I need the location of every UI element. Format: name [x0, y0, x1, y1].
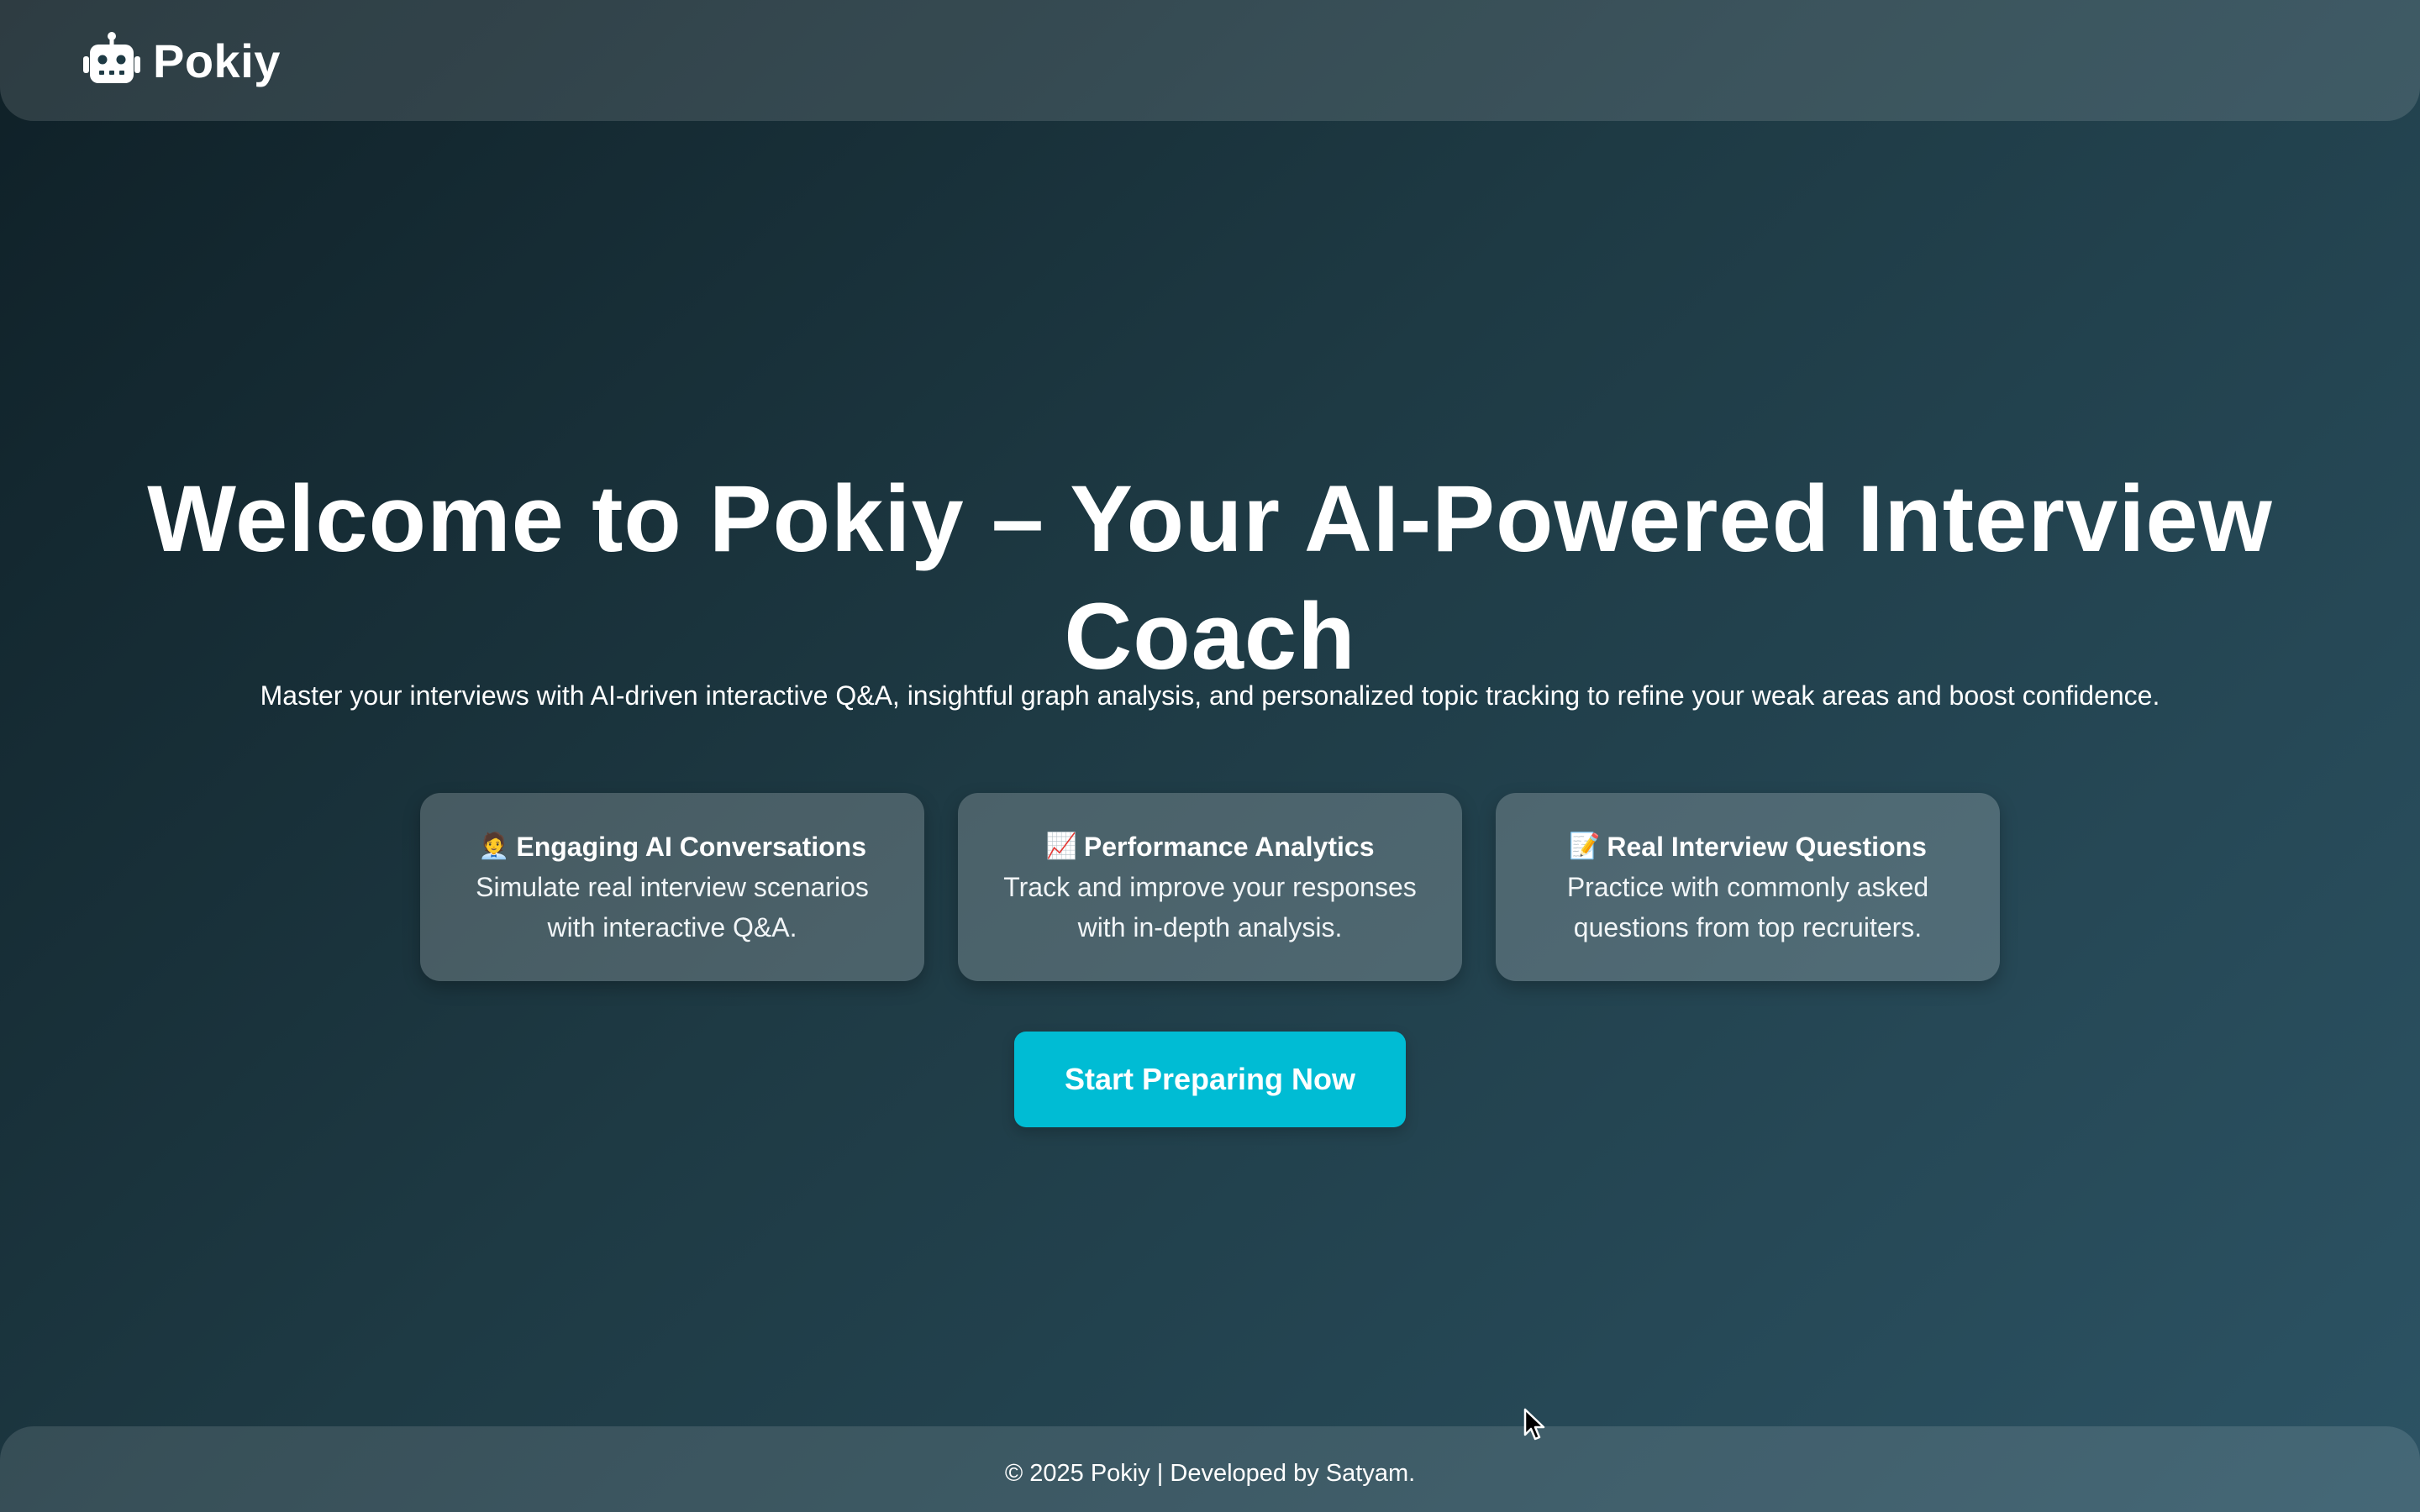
feature-title-text: Real Interview Questions	[1607, 832, 1927, 862]
feature-description-line: Track and improve your responses	[1003, 872, 1417, 902]
feature-card-ai-conversations: 🧑‍💼 Engaging AI Conversations Simulate r…	[420, 793, 924, 981]
hero-subtitle: Master your interviews with AI-driven in…	[260, 680, 2160, 711]
feature-description-line: with in-depth analysis.	[1077, 912, 1343, 942]
robot-icon	[83, 32, 140, 83]
brand-logo[interactable]: Pokiy	[82, 31, 281, 90]
mouse-cursor-icon	[1523, 1408, 1545, 1441]
feature-description-line: with interactive Q&A.	[547, 912, 797, 942]
feature-title-text: Performance Analytics	[1083, 832, 1375, 862]
footer-copyright: © 2025 Pokiy | Developed by Satyam.	[1004, 1459, 1416, 1487]
feature-title-text: Engaging AI Conversations	[516, 832, 866, 862]
office-worker-icon: 🧑‍💼	[478, 832, 510, 860]
feature-description-line: Simulate real interview scenarios	[476, 872, 869, 902]
feature-description-line: questions from top recruiters.	[1573, 912, 1923, 942]
feature-description-line: Practice with commonly asked	[1566, 872, 1929, 902]
chart-increasing-icon: 📈	[1045, 832, 1077, 860]
feature-title: 📝 Real Interview Questions	[1569, 827, 1927, 867]
feature-title: 📈 Performance Analytics	[1046, 827, 1375, 867]
feature-title: 🧑‍💼 Engaging AI Conversations	[478, 827, 866, 867]
feature-card-interview-questions: 📝 Real Interview Questions Practice with…	[1496, 793, 2000, 981]
page-footer: © 2025 Pokiy | Developed by Satyam.	[0, 1426, 2420, 1512]
start-preparing-button[interactable]: Start Preparing Now	[1014, 1032, 1406, 1127]
top-navbar: Pokiy	[0, 0, 2420, 121]
page-title: Welcome to Pokiy – Your AI-Powered Inter…	[147, 466, 2273, 689]
feature-cards: 🧑‍💼 Engaging AI Conversations Simulate r…	[0, 793, 2420, 981]
feature-card-performance-analytics: 📈 Performance Analytics Track and improv…	[958, 793, 1462, 981]
brand-name: Pokiy	[153, 34, 281, 87]
memo-icon: 📝	[1569, 832, 1601, 860]
